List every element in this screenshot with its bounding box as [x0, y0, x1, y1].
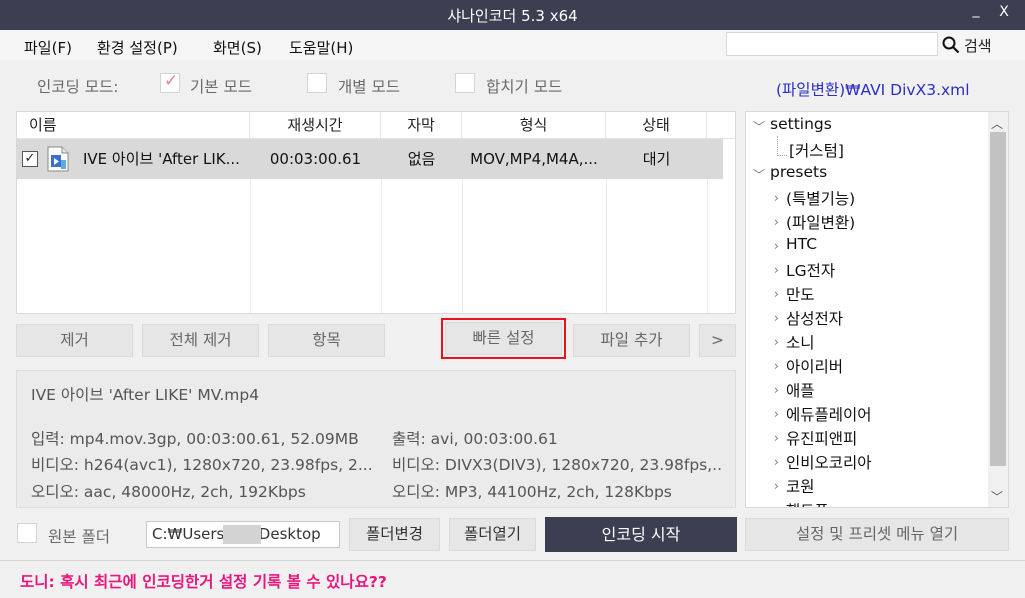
open-folder-button[interactable]: 폴더열기 [449, 518, 536, 551]
chevron-right-icon[interactable]: › [774, 263, 779, 277]
chevron-right-icon[interactable]: › [774, 407, 779, 421]
column-status[interactable]: 상태 [606, 112, 707, 139]
chevron-right-icon[interactable]: › [774, 311, 779, 325]
row-format: MOV,MP4,M4A,... [470, 150, 598, 168]
tree-item-preset[interactable]: 삼성전자 [786, 307, 843, 329]
close-button[interactable]: X [994, 4, 1014, 20]
row-name: IVE 아이브 'After LIK... [83, 150, 240, 168]
minimize-button[interactable]: _ [966, 2, 986, 18]
menu-help[interactable]: 도움말(H) [289, 37, 353, 58]
encoding-mode-label: 인코딩 모드: [37, 78, 119, 96]
chevron-right-icon[interactable]: › [774, 503, 779, 507]
tree-scrollbar[interactable]: ︿ ﹀ [988, 112, 1008, 507]
source-folder-checkbox[interactable] [17, 523, 37, 543]
column-name[interactable]: 이름 [17, 112, 250, 139]
info-audio-in: 오디오: aac, 48000Hz, 2ch, 192Kbps [31, 483, 306, 501]
tree-item-preset[interactable]: 핸드폰 [786, 499, 829, 507]
add-file-button[interactable]: 파일 추가 [573, 324, 690, 357]
row-status: 대기 [642, 150, 671, 168]
chevron-right-icon[interactable]: › [774, 431, 779, 445]
info-video-out: 비디오: DIVX3(DIV3), 1280x720, 23.98fps,... [392, 456, 722, 474]
tree-item-preset[interactable]: 만도 [786, 283, 815, 305]
quick-settings-button[interactable]: 빠른 설정 [441, 318, 566, 359]
chevron-down-icon[interactable]: ﹀ [753, 118, 765, 135]
status-message: 도니: 혹시 최근에 인코딩한거 설정 기록 볼 수 있나요?? [20, 573, 387, 591]
redacted-username [223, 525, 261, 544]
menu-view[interactable]: 화면(S) [213, 37, 262, 58]
tree-item-settings[interactable]: settings [770, 115, 832, 133]
chevron-right-icon[interactable]: › [774, 239, 779, 253]
tree-item-preset[interactable]: 유진피앤피 [786, 427, 857, 449]
chevron-right-icon[interactable]: › [774, 287, 779, 301]
search-button[interactable]: 검색 [942, 33, 992, 57]
individual-mode-checkbox[interactable] [307, 73, 327, 93]
info-audio-out: 오디오: MP3, 44100Hz, 2ch, 128Kbps [392, 483, 672, 501]
tree-item-preset[interactable]: 인비오코리아 [786, 451, 872, 473]
title-bar: 샤나인코더 5.3 x64 _ X [0, 0, 1025, 30]
merge-mode-checkbox[interactable] [455, 73, 475, 93]
menu-file[interactable]: 파일(F) [24, 37, 72, 58]
row-subtitle: 없음 [407, 150, 436, 168]
tree-item-preset[interactable]: 에듀플레이어 [786, 403, 872, 425]
column-format[interactable]: 형식 [462, 112, 606, 139]
chevron-right-icon[interactable]: › [774, 455, 779, 469]
tree-item-preset[interactable]: LG전자 [786, 259, 835, 281]
tree-item-preset[interactable]: (파일변환) [786, 211, 855, 233]
tree-item-custom[interactable]: [커스텀] [789, 139, 844, 161]
tree-item-preset[interactable]: 소니 [786, 331, 815, 353]
divider [0, 560, 1025, 561]
current-preset-link[interactable]: (파일변환)₩AVI DivX3.xml [776, 78, 970, 100]
start-encoding-button[interactable]: 인코딩 시작 [545, 517, 737, 552]
file-list-header: 이름 재생시간 자막 형식 상태 [17, 112, 735, 139]
items-button[interactable]: 항목 [268, 324, 385, 357]
search-label: 검색 [964, 36, 992, 55]
info-input: 입력: mp4.mov.3gp, 00:03:00.61, 52.09MB [31, 430, 359, 448]
column-subtitle[interactable]: 자막 [381, 112, 462, 139]
scroll-down-icon[interactable]: ﹀ [991, 488, 1003, 505]
row-duration: 00:03:00.61 [269, 150, 362, 168]
row-checkbox[interactable]: ✓ [22, 151, 38, 167]
chevron-right-icon[interactable]: › [774, 215, 779, 229]
column-duration[interactable]: 재생시간 [250, 112, 381, 139]
chevron-down-icon[interactable]: ﹀ [753, 166, 765, 183]
info-output: 출력: avi, 00:03:00.61 [392, 430, 558, 448]
file-list[interactable]: 이름 재생시간 자막 형식 상태 ✓ IVE 아이브 'After LIK...… [16, 111, 736, 314]
chevron-right-icon[interactable]: › [774, 191, 779, 205]
chevron-right-icon[interactable]: › [774, 359, 779, 373]
scroll-thumb[interactable] [990, 132, 1006, 466]
window-title: 샤나인코더 5.3 x64 [447, 7, 578, 25]
info-filename: IVE 아이브 'After LIKE' MV.mp4 [31, 386, 260, 404]
menu-preferences[interactable]: 환경 설정(P) [97, 37, 178, 58]
tree-item-preset[interactable]: 애플 [786, 379, 815, 401]
scroll-up-icon[interactable]: ︿ [991, 115, 1003, 132]
remove-button[interactable]: 제거 [16, 324, 133, 357]
chevron-right-icon[interactable]: › [774, 479, 779, 493]
chevron-right-icon[interactable]: › [774, 335, 779, 349]
tree-item-preset[interactable]: 아이리버 [786, 355, 843, 377]
tree-item-presets[interactable]: presets [770, 163, 827, 181]
more-button[interactable]: > [699, 324, 736, 357]
preset-tree[interactable]: ﹀ settings [커스텀] ﹀ presets › (특별기능) › (파일변환… [745, 111, 1009, 508]
chevron-right-icon[interactable]: › [774, 383, 779, 397]
settings-menu-button[interactable]: 설정 및 프리셋 메뉴 열기 [745, 518, 1009, 551]
source-folder-label: 원본 폴더 [48, 528, 110, 546]
table-row[interactable]: ✓ IVE 아이브 'After LIK... 00:03:00.61 없음 M… [17, 139, 723, 179]
output-path-field[interactable]: C:₩Users₩ ₩Desktop [146, 521, 340, 548]
tree-item-preset[interactable]: (특별기능) [786, 187, 855, 209]
change-folder-button[interactable]: 폴더변경 [349, 518, 440, 551]
basic-mode-label: 기본 모드 [190, 78, 252, 96]
search-input[interactable] [726, 32, 938, 56]
remove-all-button[interactable]: 전체 제거 [142, 324, 259, 357]
tree-item-preset[interactable]: HTC [786, 235, 817, 253]
video-file-icon [47, 146, 69, 172]
basic-mode-checkbox[interactable] [160, 71, 180, 93]
tree-item-preset[interactable]: 코원 [786, 475, 815, 497]
file-info-panel: IVE 아이브 'After LIKE' MV.mp4 입력: mp4.mov.… [16, 370, 736, 508]
merge-mode-label: 합치기 모드 [486, 78, 563, 96]
info-video-in: 비디오: h264(avc1), 1280x720, 23.98fps, 2..… [31, 456, 373, 474]
individual-mode-label: 개별 모드 [338, 78, 400, 96]
search-icon [942, 36, 960, 54]
